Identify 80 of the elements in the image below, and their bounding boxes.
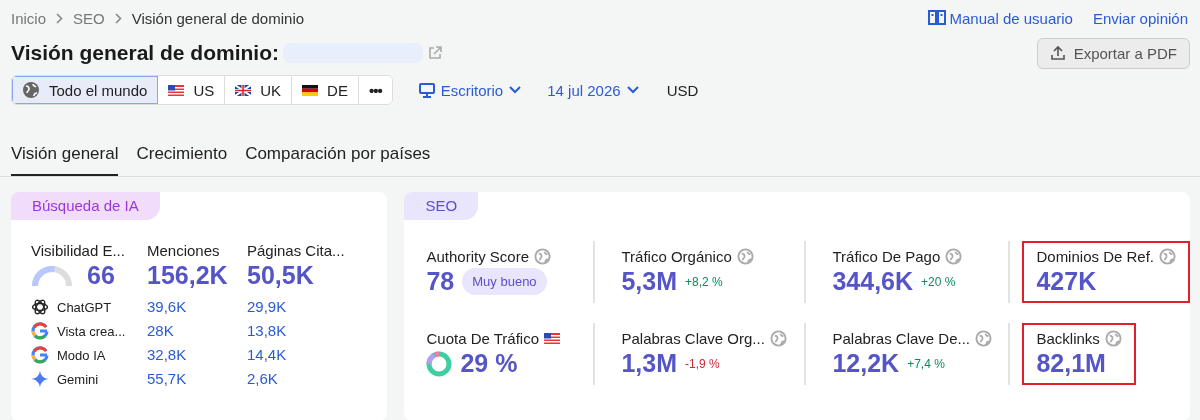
region-button[interactable]: Todo el mundo xyxy=(12,76,159,104)
metric-value: 29 % xyxy=(460,349,518,378)
metric-value: 78 xyxy=(426,267,455,296)
globe-icon xyxy=(1104,330,1122,347)
metric-label: Authority Score xyxy=(426,248,529,265)
globe-icon xyxy=(534,248,551,265)
g-letter-icon xyxy=(31,346,49,364)
pages-value: 2,6K xyxy=(247,370,279,388)
globe-icon xyxy=(769,330,787,347)
metric-label: Páginas Cita... xyxy=(247,242,346,259)
donut-chart-icon xyxy=(426,350,453,377)
upload-icon xyxy=(1049,45,1066,61)
chevron-icon xyxy=(114,12,122,24)
change-value: +7,4 % xyxy=(907,356,945,371)
globe-icon xyxy=(736,248,754,265)
tab[interactable]: Crecimiento xyxy=(136,138,228,176)
breadcrumb-item[interactable]: Inicio xyxy=(11,9,47,27)
g-letter-icon xyxy=(31,322,49,340)
metric-value: 344,6K xyxy=(832,267,914,296)
external-link-icon[interactable] xyxy=(427,45,443,61)
change-value: +20 % xyxy=(921,274,956,289)
breadcrumb-item[interactable]: SEO xyxy=(73,9,105,27)
globe-icon xyxy=(975,330,993,347)
metric-value: 50,5K xyxy=(247,261,314,290)
breadcrumb-item: Visión general de dominio xyxy=(131,9,305,27)
device-dropdown[interactable]: Escritorio xyxy=(418,81,522,99)
pages-value: 14,4K xyxy=(247,346,288,364)
globe-icon xyxy=(22,81,40,99)
metric-value: 82,1M xyxy=(1036,349,1106,378)
metric-value: 12,2K xyxy=(832,349,900,378)
metric-value: 156,2K xyxy=(147,261,228,290)
flag-icon xyxy=(168,84,185,96)
flag-icon xyxy=(235,84,252,96)
metric-label: Dominios De Ref. xyxy=(1036,248,1154,265)
date-dropdown[interactable]: 14 jul 2026 xyxy=(547,81,639,99)
source-name: Modo IA xyxy=(57,347,106,363)
source-name: Gemini xyxy=(57,371,99,387)
mentions-value: 55,7K xyxy=(147,370,188,388)
sparkle-icon xyxy=(31,370,49,388)
metric-value: 427K xyxy=(1036,267,1097,296)
chevron-down-icon xyxy=(626,86,639,94)
mentions-value: 39,6K xyxy=(147,298,188,316)
book-icon xyxy=(927,10,946,26)
chevron-icon xyxy=(56,12,64,24)
tab[interactable]: Comparación por países xyxy=(245,138,431,176)
source-name: Vista crea... xyxy=(57,323,126,339)
mentions-value: 28K xyxy=(147,322,175,340)
tab[interactable]: Visión general xyxy=(11,138,119,176)
gauge-icon xyxy=(31,263,73,288)
metric-value: 1,3M xyxy=(621,349,678,378)
globe-icon xyxy=(945,248,963,265)
metric-label: Visibilidad E... xyxy=(31,242,126,259)
globe-icon xyxy=(1159,248,1176,265)
header-link[interactable]: Manual de usuario xyxy=(927,9,1073,27)
monitor-icon xyxy=(418,82,435,98)
header-link[interactable]: Enviar opinión xyxy=(1092,9,1188,27)
chevron-down-icon xyxy=(509,86,522,94)
metric-label: Tráfico De Pago xyxy=(832,248,941,265)
pages-value: 13,8K xyxy=(247,322,288,340)
pages-value: 29,9K xyxy=(247,298,288,316)
section-tag: SEO xyxy=(404,192,479,220)
metric-label: Tráfico Orgánico xyxy=(621,248,732,265)
mentions-value: 32,8K xyxy=(147,346,188,364)
metric-label: Cuota De Tráfico xyxy=(426,330,539,347)
source-name: ChatGPT xyxy=(57,299,112,315)
flag-icon xyxy=(302,84,319,96)
section-tag: Búsqueda de IA xyxy=(11,192,160,220)
page-title: Visión general de dominio: xyxy=(11,41,279,65)
metric-label: Menciones xyxy=(147,242,221,259)
knot-icon xyxy=(31,298,49,316)
currency-label: USD xyxy=(666,81,699,99)
export-button[interactable]: Exportar a PDF xyxy=(1036,37,1190,69)
metric-label: Palabras Clave Org... xyxy=(621,330,765,347)
metric-label: Palabras Clave De... xyxy=(832,330,971,347)
metric-label: Backlinks xyxy=(1036,330,1100,347)
change-value: -1,9 % xyxy=(685,356,720,371)
metric-value: 5,3M xyxy=(621,267,678,296)
metric-value: 66 xyxy=(87,261,115,290)
change-value: +8,2 % xyxy=(685,274,723,289)
rating-badge: Muy bueno xyxy=(462,268,547,295)
